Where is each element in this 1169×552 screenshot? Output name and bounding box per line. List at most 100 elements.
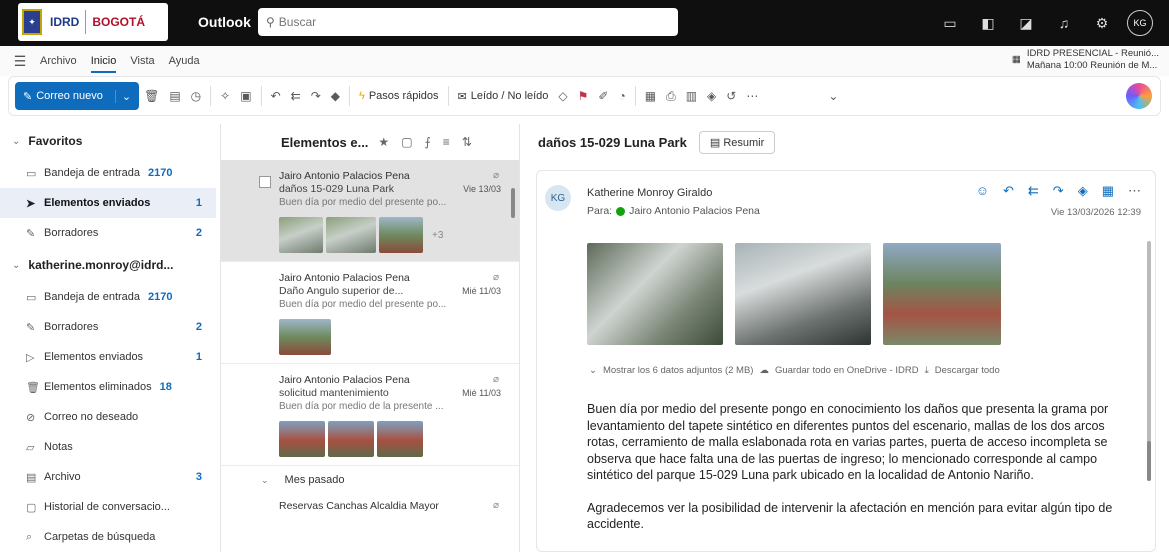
body-paragraph: Buen día por medio del presente pongo en…	[587, 402, 1109, 482]
ribbon-divider	[348, 86, 350, 106]
reply-all-icon[interactable]: ⇇	[286, 82, 306, 110]
copilot-icon[interactable]	[1126, 83, 1152, 109]
group-header[interactable]: ⌄ Mes pasado	[221, 466, 519, 494]
expand-ribbon-icon[interactable]: ⌄	[823, 82, 843, 110]
forward-icon[interactable]: ↷	[1053, 183, 1064, 199]
recipient-name[interactable]: Jairo Antonio Palacios Pena	[629, 205, 760, 217]
read-unread-button[interactable]: ✉ Leído / No leído	[453, 82, 554, 110]
more-icon[interactable]: ⋯	[741, 82, 763, 110]
folder-search-folders[interactable]: ⌕ Carpetas de búsqueda	[0, 522, 216, 552]
sweep-icon[interactable]: ✧	[215, 82, 235, 110]
select-icon[interactable]: ▢	[401, 135, 412, 149]
reply-all-icon[interactable]: ⇇	[1028, 183, 1039, 199]
move-icon[interactable]: ▣	[235, 82, 256, 110]
apps-icon[interactable]: ▦	[1102, 183, 1114, 199]
fav-inbox[interactable]: ▭ Bandeja de entrada 2170	[0, 158, 216, 188]
attachment-thumbnail[interactable]	[279, 217, 323, 253]
scrollbar-track[interactable]	[1147, 241, 1151, 461]
reply-icon[interactable]: ↶	[1003, 183, 1014, 199]
tab-vista[interactable]: Vista	[130, 55, 154, 67]
teams-icon[interactable]: ◧	[969, 0, 1007, 46]
ribbon-divider	[260, 86, 262, 106]
summarize-button[interactable]: ▤ Resumir	[698, 130, 776, 154]
filter-icon[interactable]: ≡	[443, 135, 450, 149]
folder-archive[interactable]: ▤ Archivo 3	[0, 462, 216, 492]
report-icon[interactable]: ◷	[186, 82, 206, 110]
msg-preview: Buen día por medio del presente po...	[279, 197, 447, 208]
quick-steps-button[interactable]: ϟ Pasos rápidos	[354, 82, 444, 110]
download-all-link[interactable]: Descargar todo	[935, 365, 1000, 376]
forward-icon[interactable]: ↷	[306, 82, 326, 110]
rules-icon[interactable]: ▦	[640, 82, 661, 110]
logo-divider	[85, 10, 87, 34]
flag-icon[interactable]: ⚑	[573, 82, 594, 110]
chevron-down-icon[interactable]: ⌄	[114, 89, 131, 103]
scrollbar-thumb[interactable]	[511, 188, 515, 218]
fav-drafts[interactable]: ✎ Borradores 2	[0, 218, 216, 248]
print-icon[interactable]: ⎙	[661, 82, 681, 110]
list-item[interactable]: ⌀ Jairo Antonio Palacios Pena daños 15-0…	[221, 160, 519, 262]
translate-icon[interactable]: ◈	[1078, 183, 1088, 199]
folder-label: Historial de conversacio...	[44, 501, 170, 513]
archive-icon[interactable]: ▤	[164, 82, 185, 110]
folder-conversation-history[interactable]: ▢ Historial de conversacio...	[0, 492, 216, 522]
emoji-icon[interactable]: ☺	[976, 183, 989, 199]
more-icon[interactable]: ⋯	[1128, 183, 1141, 199]
reply-icon[interactable]: ↶	[266, 82, 286, 110]
folder-inbox[interactable]: ▭ Bandeja de entrada 2170	[0, 282, 216, 312]
list-item[interactable]: ⌀ Jairo Antonio Palacios Pena Daño Angul…	[221, 262, 519, 364]
attachment-image[interactable]	[883, 243, 1001, 345]
show-attachments-link[interactable]: Mostrar los 6 datos adjuntos (2 MB)	[603, 365, 753, 376]
jump-icon[interactable]: ⨍	[425, 135, 431, 149]
attachment-thumbnail[interactable]	[377, 421, 423, 457]
sender-name[interactable]: Katherine Monroy Giraldo	[587, 187, 712, 199]
folder-notes[interactable]: ▱ Notas	[0, 432, 216, 462]
delete-icon[interactable]: 🗑	[139, 82, 164, 110]
unread-count: 18	[159, 381, 172, 393]
select-checkbox[interactable]	[259, 176, 271, 188]
undo-icon[interactable]: ↺	[721, 82, 741, 110]
search-box[interactable]: ⚲	[258, 8, 678, 36]
meet-now-icon[interactable]: ▭	[931, 0, 969, 46]
recipient-row: Para: Jairo Antonio Palacios Pena	[587, 205, 760, 217]
favorites-header[interactable]: ⌄ Favoritos	[0, 124, 216, 158]
gear-icon[interactable]: ⚙	[1083, 0, 1121, 46]
save-onedrive-link[interactable]: Guardar todo en OneDrive - IDRD	[775, 365, 919, 376]
attachment-thumbnail[interactable]	[379, 217, 423, 253]
attachment-image[interactable]	[587, 243, 723, 345]
bell-icon[interactable]: ♫	[1045, 0, 1083, 46]
fav-sent[interactable]: ➤ Elementos enviados 1	[0, 188, 216, 218]
sort-icon[interactable]: ⇅	[462, 135, 472, 149]
attachment-thumbnail[interactable]	[279, 421, 325, 457]
folder-deleted[interactable]: 🗑 Elementos eliminados 18	[0, 372, 216, 402]
account-header[interactable]: ⌄ katherine.monroy@idrd...	[0, 248, 216, 282]
sender-avatar[interactable]: KG	[545, 185, 571, 211]
scrollbar-thumb[interactable]	[1147, 441, 1151, 481]
search-input[interactable]	[278, 15, 659, 29]
list-item[interactable]: ⌀ Jairo Antonio Palacios Pena solicitud …	[221, 364, 519, 466]
folder-sent[interactable]: ▷ Elementos enviados 1	[0, 342, 216, 372]
meeting-reminder[interactable]: ▦ IDRD PRESENCIAL - Reunió... Mañana 10:…	[1012, 48, 1159, 72]
tab-ayuda[interactable]: Ayuda	[169, 55, 200, 67]
immersive-reader-icon[interactable]: ▥	[681, 82, 702, 110]
account-button[interactable]: KG	[1121, 0, 1159, 46]
hamburger-icon[interactable]: ☰	[0, 53, 40, 70]
folder-junk[interactable]: ⊘ Correo no deseado	[0, 402, 216, 432]
feedback-icon[interactable]: ◪	[1007, 0, 1045, 46]
pin-icon[interactable]: ✐	[593, 82, 613, 110]
teams-share-icon[interactable]: ◆	[326, 82, 345, 110]
tag-icon[interactable]: ◇	[553, 82, 572, 110]
new-mail-button[interactable]: ✎ Correo nuevo ⌄	[15, 82, 140, 110]
attachment-thumbnail[interactable]	[328, 421, 374, 457]
tab-inicio[interactable]: Inicio	[90, 55, 116, 73]
translate-icon[interactable]: ◈	[702, 82, 721, 110]
attachment-thumbnail[interactable]	[326, 217, 376, 253]
attachment-image[interactable]	[735, 243, 871, 345]
tab-archivo[interactable]: Archivo	[40, 55, 77, 67]
folder-drafts[interactable]: ✎ Borradores 2	[0, 312, 216, 342]
star-icon[interactable]: ★	[378, 135, 389, 149]
list-item[interactable]: ⌀ Reservas Canchas Alcaldia Mayor	[221, 494, 519, 521]
drafts-icon: ✎	[26, 321, 36, 334]
snooze-icon[interactable]: ◔	[613, 82, 630, 110]
attachment-thumbnail[interactable]	[279, 319, 331, 355]
